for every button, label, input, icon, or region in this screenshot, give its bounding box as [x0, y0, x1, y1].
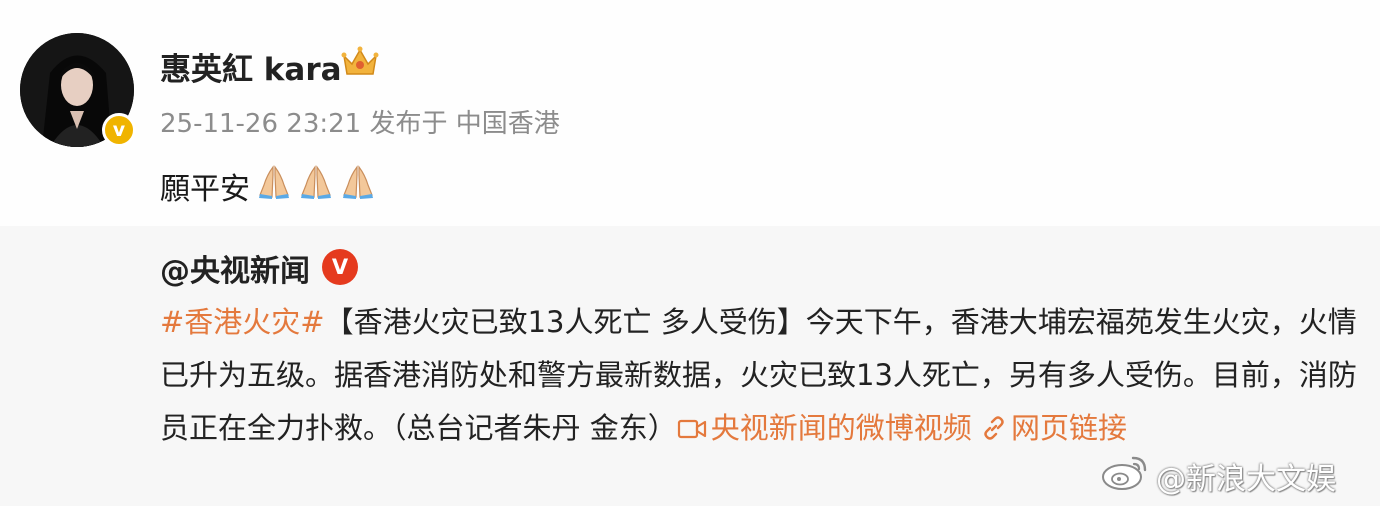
post-text: 願平安 [160, 164, 376, 208]
weibo-post: v 惠英紅 kara 25-11-26 23:21 发布于 中国香港 願平安 [0, 0, 1380, 226]
post-text-content: 願平安 [160, 172, 250, 207]
weibo-logo-icon [1100, 452, 1150, 500]
post-meta: 25-11-26 23:21 发布于 中国香港 [160, 109, 560, 139]
video-icon [677, 405, 707, 458]
verified-icon: V [322, 249, 358, 285]
pray-emoji [256, 165, 292, 207]
username[interactable]: 惠英紅 kara [160, 44, 342, 89]
video-link-label: 央视新闻的微博视频 [710, 411, 972, 445]
crown-icon [340, 44, 380, 82]
watermark-text: @新浪大文娱 [1156, 462, 1336, 497]
original-author[interactable]: @央视新闻 [160, 246, 310, 290]
web-link[interactable]: 网页链接 [981, 411, 1127, 445]
video-link[interactable]: 央视新闻的微博视频 [677, 411, 972, 445]
pray-emoji [340, 165, 376, 207]
link-icon [981, 405, 1007, 458]
verified-icon: v [102, 113, 136, 147]
watermark: @新浪大文娱 [1100, 452, 1336, 500]
web-link-label: 网页链接 [1010, 411, 1127, 445]
original-post-text: #香港火灾#【香港火灾已致13人死亡 多人受伤】今天下午，香港大埔宏福苑发生火灾… [160, 296, 1365, 458]
hashtag-link[interactable]: #香港火灾# [160, 305, 325, 339]
pray-emoji [298, 165, 334, 207]
